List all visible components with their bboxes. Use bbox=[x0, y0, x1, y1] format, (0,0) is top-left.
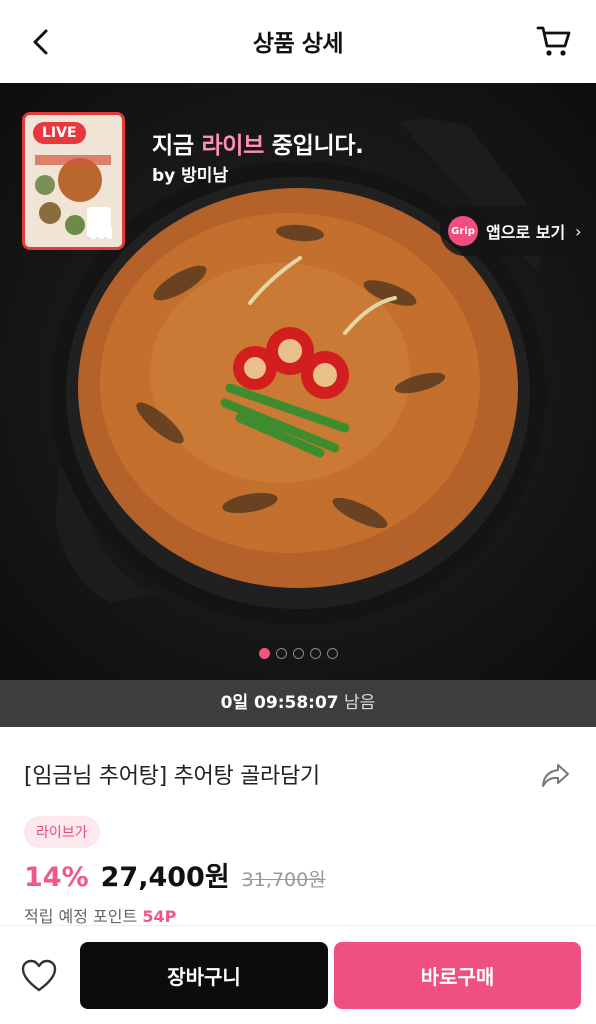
share-icon[interactable] bbox=[538, 758, 572, 792]
buy-now-button[interactable]: 바로구매 bbox=[334, 942, 581, 1009]
page-title: 상품 상세 bbox=[252, 31, 344, 57]
product-image-carousel[interactable]: LIVE 지금 라이브 중입니다. by 방미남 Grip 앱으로 보기 › bbox=[0, 83, 596, 680]
top-navigation-bar: 상품 상세 bbox=[0, 0, 596, 83]
countdown-time: 0일 09:58:07 bbox=[220, 693, 339, 713]
live-badge: LIVE bbox=[33, 122, 86, 144]
bottom-action-bar: 장바구니 바로구매 bbox=[0, 925, 596, 1024]
equalizer-icon bbox=[91, 223, 112, 239]
carousel-dot[interactable] bbox=[258, 648, 270, 659]
countdown-suffix: 남음 bbox=[338, 693, 376, 713]
chevron-right-icon: › bbox=[575, 221, 582, 241]
original-price: 31,700원 bbox=[241, 869, 326, 891]
add-to-cart-button[interactable]: 장바구니 bbox=[80, 942, 328, 1009]
carousel-dot[interactable] bbox=[292, 648, 304, 659]
product-title: [임금님 추어탕] 추어탕 골라담기 bbox=[24, 764, 320, 789]
carousel-dot[interactable] bbox=[275, 648, 287, 659]
price-row: 14% 27,400원 31,700원 bbox=[24, 855, 326, 894]
live-prefix: 지금 bbox=[152, 133, 202, 159]
cart-icon[interactable] bbox=[534, 20, 574, 60]
heart-icon[interactable] bbox=[20, 958, 58, 994]
discount-rate: 14% bbox=[24, 862, 89, 893]
points-label: 적립 예정 포인트 bbox=[24, 907, 143, 926]
points-value: 54P bbox=[142, 907, 177, 926]
reward-points: 적립 예정 포인트 54P bbox=[24, 903, 176, 927]
carousel-dot[interactable] bbox=[326, 648, 338, 659]
carousel-indicator bbox=[0, 648, 596, 659]
sale-price: 27,400원 bbox=[100, 862, 230, 893]
live-suffix: 중입니다. bbox=[264, 133, 364, 159]
countdown-bar: 0일 09:58:07 남음 bbox=[0, 680, 596, 727]
carousel-dot[interactable] bbox=[309, 648, 321, 659]
live-status-text: 지금 라이브 중입니다. bbox=[152, 126, 364, 160]
open-in-app-label: 앱으로 보기 bbox=[486, 223, 566, 242]
grip-logo: Grip bbox=[448, 216, 478, 246]
live-thumbnail[interactable]: LIVE bbox=[22, 112, 125, 250]
live-highlight: 라이브 bbox=[201, 133, 265, 159]
open-in-app-button[interactable]: Grip 앱으로 보기 › bbox=[440, 206, 596, 256]
host-name: by 방미남 bbox=[152, 166, 229, 186]
live-price-tag: 라이브가 bbox=[24, 816, 100, 848]
